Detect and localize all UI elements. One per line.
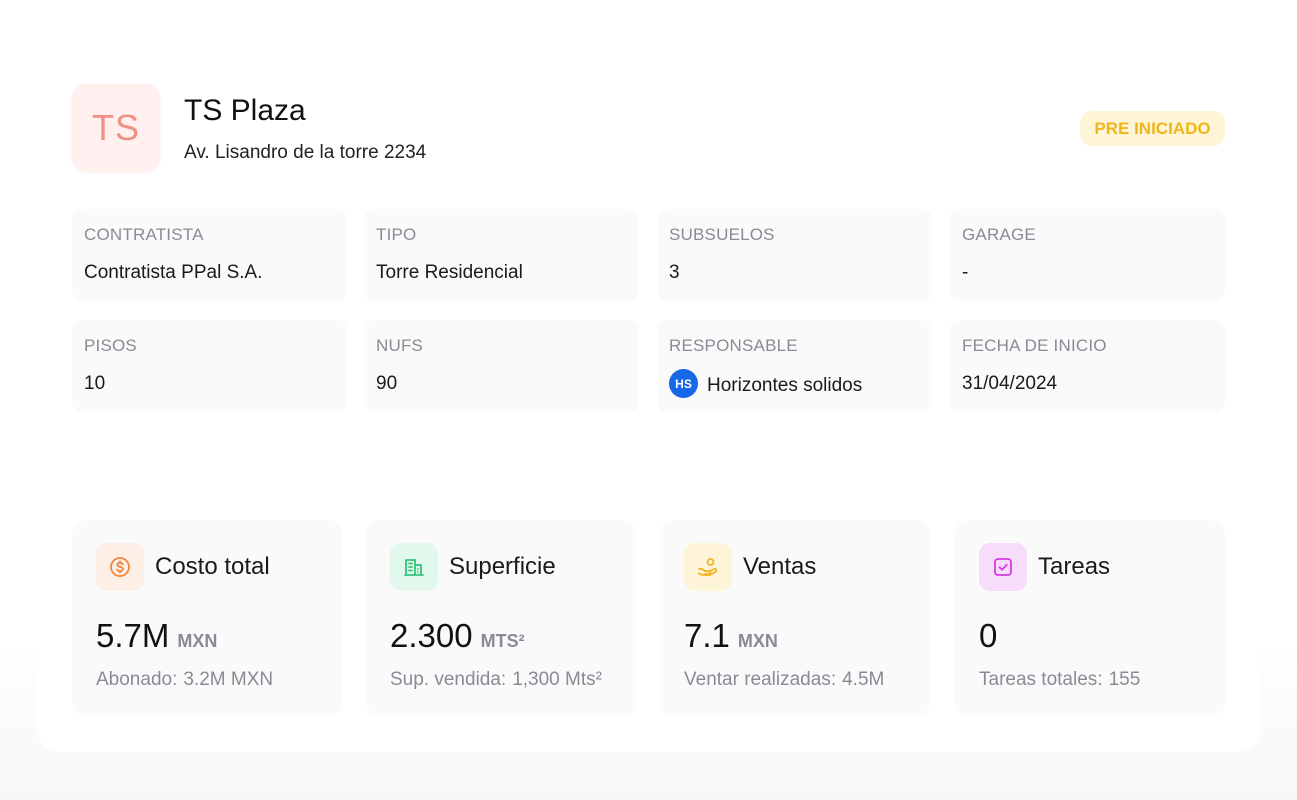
responsable-avatar: HS: [669, 369, 698, 398]
info-nufs: NUFS 90: [364, 320, 639, 412]
info-contratista: CONTRATISTA Contratista PPal S.A.: [72, 209, 347, 301]
info-value: Horizontes solidos: [707, 374, 863, 396]
hand-coins-icon: [684, 543, 732, 591]
info-pisos: PISOS 10: [72, 320, 347, 412]
info-responsable: RESPONSABLE HS Horizontes solidos: [657, 320, 932, 412]
stat-title: Tareas: [1038, 553, 1111, 580]
info-fecha-inicio: FECHA DE INICIO 31/04/2024: [950, 320, 1225, 412]
info-value: Torre Residencial: [376, 262, 523, 283]
info-garage: GARAGE -: [950, 209, 1225, 301]
info-value-wrap: HS Horizontes solidos: [669, 369, 920, 398]
stat-value: 2.300: [390, 617, 473, 654]
stat-sub-value: 155: [1108, 669, 1141, 690]
stat-sub-value: 4.5M: [842, 669, 885, 690]
project-avatar: TS: [72, 84, 160, 172]
info-label: NUFS: [376, 336, 424, 355]
stat-sub-label: Sup. vendida:: [390, 669, 507, 690]
info-label: FECHA DE INICIO: [962, 336, 1107, 355]
stat-sub-label: Ventar realizadas:: [684, 669, 837, 690]
stat-card-superficie: Superficie 2.300 MTS² Sup. vendida: 1,300…: [366, 520, 636, 716]
info-label: SUBSUELOS: [669, 225, 775, 244]
stat-card-costo: Costo total 5.7M MXN Abonado: 3.2M MXN: [72, 520, 342, 716]
dollar-coin-icon: [96, 543, 144, 591]
info-value: Contratista PPal S.A.: [84, 262, 263, 283]
stat-card-tareas: Tareas 0 Tareas totales: 155: [955, 520, 1225, 716]
stat-unit: MXN: [177, 631, 218, 651]
info-value: -: [962, 262, 969, 283]
project-address: Av. Lisandro de la torre 2234: [184, 142, 427, 163]
info-label: RESPONSABLE: [669, 336, 798, 355]
project-initials: TS: [91, 107, 140, 148]
stat-sub-label: Abonado:: [96, 669, 178, 690]
stat-unit: MXN: [737, 631, 778, 651]
status-badge: PRE INICIADO: [1080, 111, 1225, 146]
info-tipo: TIPO Torre Residencial: [364, 209, 639, 301]
stat-sub-label: Tareas totales:: [979, 669, 1103, 690]
stat-sub-value: 3.2M MXN: [183, 669, 274, 690]
stat-unit: MTS²: [480, 631, 525, 651]
info-value: 3: [669, 262, 680, 283]
info-label: TIPO: [376, 225, 417, 244]
info-label: GARAGE: [962, 225, 1036, 244]
stat-title: Costo total: [155, 553, 270, 580]
info-subsuelos: SUBSUELOS 3: [657, 209, 932, 301]
stat-card-ventas: Ventas 7.1 MXN Ventar realizadas: 4.5M: [660, 520, 930, 716]
stat-title: Ventas: [743, 553, 817, 580]
stat-value: 0: [979, 617, 998, 654]
stat-sub-value: 1,300 Mts²: [512, 669, 602, 690]
building-icon: [390, 543, 438, 591]
info-label: PISOS: [84, 336, 137, 355]
project-title: TS Plaza: [184, 94, 306, 127]
info-value: 90: [376, 373, 398, 394]
info-value: 31/04/2024: [962, 373, 1058, 394]
info-label: CONTRATISTA: [84, 225, 204, 244]
check-square-icon: [979, 543, 1027, 591]
stat-value: 7.1: [684, 617, 730, 654]
info-value: 10: [84, 373, 106, 394]
stat-title: Superficie: [449, 553, 556, 580]
stat-value: 5.7M: [96, 617, 170, 654]
